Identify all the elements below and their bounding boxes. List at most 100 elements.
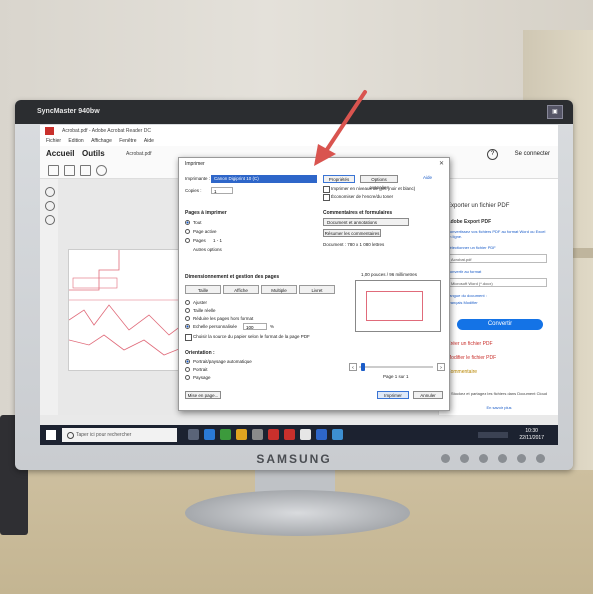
- fit-radio[interactable]: [185, 300, 190, 305]
- printer-select[interactable]: Canon Digiprint 10 (C): [211, 175, 317, 183]
- create-pdf-item[interactable]: Créer un fichier PDF: [447, 341, 493, 347]
- acrobat-task-icon[interactable]: [268, 429, 279, 440]
- monitor-button[interactable]: [517, 454, 526, 463]
- menu-item-file[interactable]: Fichier: [46, 138, 61, 144]
- grayscale-checkbox[interactable]: [323, 186, 330, 193]
- scale-input[interactable]: 100: [243, 323, 267, 330]
- actual-size-radio[interactable]: [185, 308, 190, 313]
- help-icon[interactable]: ?: [487, 149, 498, 160]
- paper-source-checkbox[interactable]: [185, 334, 192, 341]
- next-page-icon[interactable]: ›: [437, 363, 445, 371]
- taskbar-clock[interactable]: 10:30 22/11/2017: [519, 428, 544, 442]
- multiple-button[interactable]: Multiple: [261, 285, 297, 294]
- all-pages-radio[interactable]: [185, 220, 190, 225]
- app-task-icon[interactable]: [300, 429, 311, 440]
- print-button[interactable]: Imprimer: [377, 391, 409, 399]
- tab-home[interactable]: Accueil: [46, 149, 74, 158]
- sign-in-link[interactable]: Se connecter: [515, 151, 550, 157]
- printer-label: Imprimante :: [185, 176, 211, 181]
- shrink-radio[interactable]: [185, 316, 190, 321]
- chrome-icon[interactable]: [220, 429, 231, 440]
- task-view-icon[interactable]: [188, 429, 199, 440]
- bookmark-icon[interactable]: [48, 165, 59, 176]
- pages-range-input[interactable]: 1 - 1: [213, 238, 222, 243]
- folder-icon[interactable]: [236, 429, 247, 440]
- page-setup-button[interactable]: Mise en page...: [185, 391, 221, 399]
- landscape-radio[interactable]: [185, 375, 190, 380]
- language-value[interactable]: Français Modifier: [447, 300, 478, 305]
- monitor-button[interactable]: [460, 454, 469, 463]
- format-select[interactable]: Microsoft Word (*.docx): [447, 278, 547, 287]
- poster-button[interactable]: Affiche: [223, 285, 259, 294]
- size-button[interactable]: Taille: [185, 285, 221, 294]
- edit-pdf-item[interactable]: Modifier le fichier PDF: [447, 355, 496, 361]
- cloud-note: Stockez et partagez les fichiers dans Do…: [450, 391, 548, 396]
- scale-unit: %: [270, 324, 275, 329]
- window-title: Acrobat.pdf - Adobe Acrobat Reader DC: [62, 128, 151, 134]
- menu-item-help[interactable]: Aide: [144, 138, 154, 144]
- word-task-icon[interactable]: [316, 429, 327, 440]
- booklet-button[interactable]: Livret: [299, 285, 335, 294]
- page-counter: Page 1 sur 1: [383, 374, 409, 379]
- portrait-radio[interactable]: [185, 367, 190, 372]
- tab-document[interactable]: Acrobat.pdf: [126, 151, 152, 157]
- slider-track: [359, 366, 433, 368]
- monitor-power-button[interactable]: [536, 454, 545, 463]
- layers-icon[interactable]: [45, 215, 55, 225]
- menu-item-view[interactable]: Affichage: [91, 138, 112, 144]
- monitor-button[interactable]: [441, 454, 450, 463]
- shrink-label: Réduire les pages hors format: [193, 316, 254, 321]
- mail-task-icon[interactable]: [332, 429, 343, 440]
- taskbar-search-input[interactable]: Taper ici pour rechercher: [62, 428, 177, 442]
- menu-item-edit[interactable]: Edition: [68, 138, 83, 144]
- menu-item-window[interactable]: Fenêtre: [119, 138, 136, 144]
- monitor: SyncMaster 940bw ▣ Acrobat.pdf - Adobe A…: [15, 100, 573, 470]
- learn-more-link[interactable]: En savoir plus: [449, 405, 549, 410]
- comment-item[interactable]: Commentaire: [447, 369, 477, 375]
- convert-format-label: Convertir au format: [447, 269, 482, 274]
- more-options-toggle[interactable]: Autres options: [193, 247, 222, 252]
- file-select[interactable]: Acrobat.pdf: [447, 254, 547, 263]
- convert-button[interactable]: Convertir: [457, 319, 543, 330]
- monitor-model-label: SyncMaster 940bw: [37, 108, 100, 115]
- pdf-task-icon[interactable]: [284, 429, 295, 440]
- system-tray[interactable]: [478, 432, 508, 438]
- advanced-button[interactable]: Options avancées: [360, 175, 398, 190]
- save-ink-label: Économiser de l'encre/du toner: [331, 194, 394, 199]
- cancel-button[interactable]: Annuler: [413, 391, 443, 399]
- monitor-button[interactable]: [479, 454, 488, 463]
- pages-radio[interactable]: [185, 238, 190, 243]
- save-ink-checkbox[interactable]: [323, 194, 330, 201]
- copies-input[interactable]: 1: [211, 187, 233, 194]
- page-slider[interactable]: ‹ ›: [349, 363, 445, 371]
- prev-page-icon[interactable]: ‹: [349, 363, 357, 371]
- properties-button[interactable]: Propriétés: [323, 175, 355, 183]
- mail-icon[interactable]: [80, 165, 91, 176]
- select-file-label: Sélectionner un fichier PDF: [447, 245, 496, 250]
- current-page-radio[interactable]: [185, 229, 190, 234]
- windows-start-icon[interactable]: [46, 430, 56, 440]
- annotations-heading: Commentaires et formulaires: [323, 210, 393, 216]
- annotations-select[interactable]: Document et annotations: [323, 218, 409, 226]
- monitor-button[interactable]: [498, 454, 507, 463]
- export-pdf-title[interactable]: Exporter un fichier PDF: [447, 203, 509, 209]
- orientation-heading: Orientation :: [185, 350, 215, 356]
- export-heading: Adobe Export PDF: [447, 219, 492, 225]
- slider-thumb[interactable]: [361, 363, 365, 371]
- auto-orientation-radio[interactable]: [185, 359, 190, 364]
- monitor-badge-icon: ▣: [547, 105, 563, 119]
- preview-scale: 1,00 pouces / 96 millimetres: [361, 272, 418, 277]
- edge-icon[interactable]: [204, 429, 215, 440]
- custom-scale-radio[interactable]: [185, 324, 190, 329]
- print-icon[interactable]: [64, 165, 75, 176]
- help-link[interactable]: Aide: [423, 175, 432, 180]
- attachment-icon[interactable]: [45, 201, 55, 211]
- store-icon[interactable]: [252, 429, 263, 440]
- close-icon[interactable]: ✕: [439, 160, 444, 167]
- pages-icon[interactable]: [45, 187, 55, 197]
- zoom-icon[interactable]: [96, 165, 107, 176]
- pages-heading: Pages à imprimer: [185, 210, 227, 216]
- tab-tools[interactable]: Outils: [82, 149, 105, 158]
- summarize-button[interactable]: Résumer les commentaires: [323, 229, 381, 237]
- drawing-lines: [68, 250, 190, 356]
